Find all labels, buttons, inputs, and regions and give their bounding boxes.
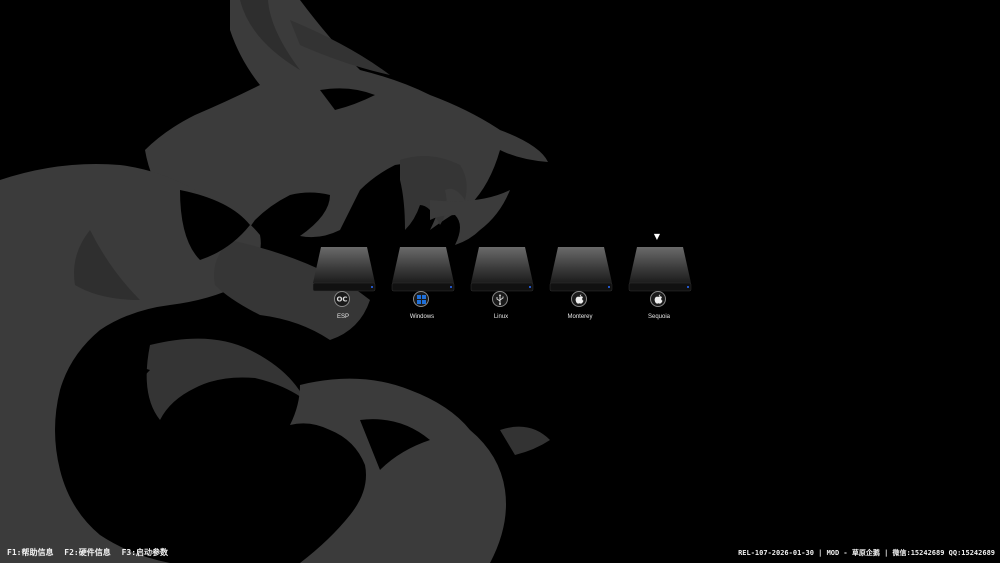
svg-text:OC: OC — [336, 296, 347, 304]
oc-icon: OC — [334, 291, 350, 307]
usb-icon — [492, 291, 508, 307]
boot-entry-label: Windows — [409, 314, 435, 320]
windows-icon — [413, 291, 429, 307]
hotkey-boot-args[interactable]: F3:启动参数 — [122, 548, 168, 557]
hard-disk-icon — [391, 247, 455, 292]
hard-disk-icon — [628, 247, 692, 292]
boot-entry-linux[interactable]: Linux — [466, 236, 536, 331]
boot-entry-monterey[interactable]: Monterey — [545, 236, 615, 331]
boot-entry-label: ESP — [336, 314, 349, 320]
boot-entry-label: Monterey — [567, 314, 593, 320]
selection-indicator-icon: ▼ — [653, 232, 661, 241]
boot-entry-label: Linux — [493, 314, 509, 320]
apple-icon — [571, 291, 587, 307]
apple-icon — [650, 291, 666, 307]
hard-disk-icon — [470, 247, 534, 292]
dragon-claw — [146, 338, 305, 420]
hard-disk-icon — [549, 247, 613, 292]
dragon-tail — [290, 378, 506, 563]
boot-picker-screen: OC ESP Windows Linux Monterey ▼ Sequoia … — [0, 0, 1000, 563]
boot-entry-list: OC ESP Windows Linux Monterey ▼ Sequoia — [303, 232, 703, 331]
boot-entry-esp[interactable]: OC ESP — [308, 236, 378, 331]
hotkey-bar: F1:帮助信息 F2:硬件信息 F3:启动参数 — [7, 547, 174, 558]
boot-entry-sequoia[interactable]: ▼ Sequoia — [624, 232, 694, 331]
boot-entry-windows[interactable]: Windows — [387, 236, 457, 331]
hard-disk-icon — [312, 247, 376, 292]
hotkey-hardware-info[interactable]: F2:硬件信息 — [64, 548, 110, 557]
dragon-spike — [500, 426, 550, 455]
boot-entry-label: Sequoia — [647, 314, 671, 320]
hotkey-help[interactable]: F1:帮助信息 — [7, 548, 53, 557]
version-info: REL-107-2026-01-30 | MOD - 草原企鹅 | 微信:152… — [738, 549, 995, 557]
